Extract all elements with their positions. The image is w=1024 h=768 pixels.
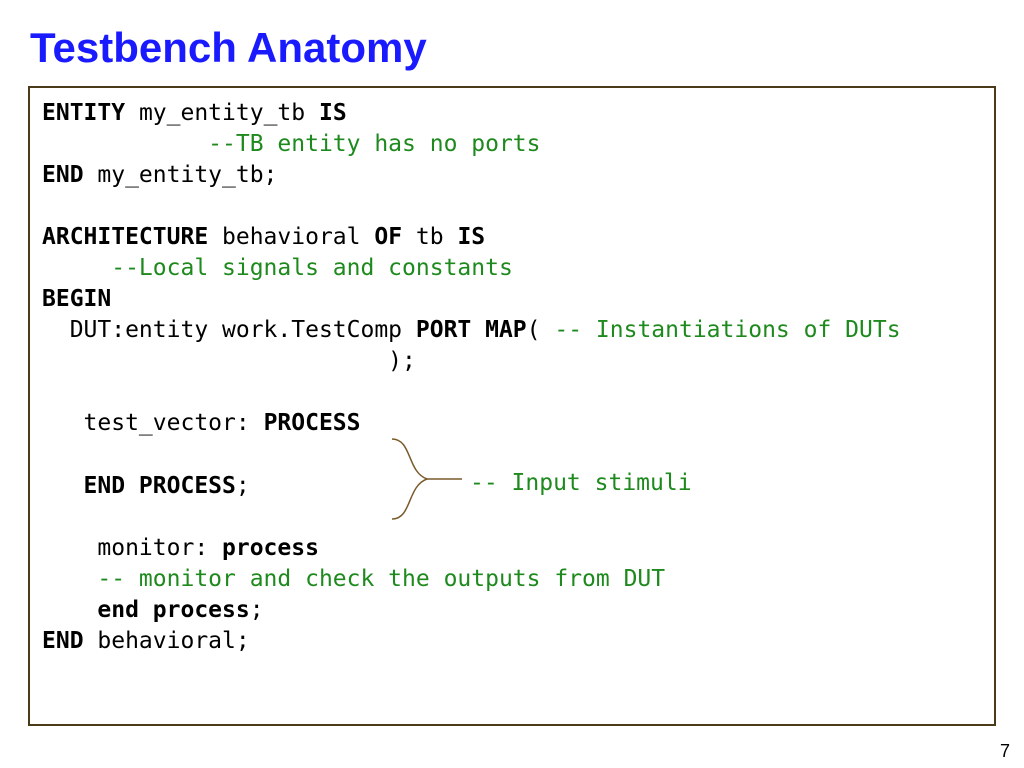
stimuli-comment: -- Input stimuli [470, 468, 692, 499]
code-line: BEGIN [42, 284, 982, 315]
keyword: PORT MAP [416, 317, 527, 343]
code-text: my_entity_tb; [84, 162, 278, 188]
code-line: end process; [42, 595, 982, 626]
keyword: end process [97, 597, 249, 623]
code-text [42, 597, 97, 623]
code-line: -- monitor and check the outputs from DU… [42, 564, 982, 595]
code-line: test_vector: PROCESS [42, 408, 982, 439]
code-comment: -- Instantiations of DUTs [554, 317, 900, 343]
keyword: BEGIN [42, 286, 111, 312]
code-text: behavioral [208, 224, 374, 250]
keyword: END [42, 628, 84, 654]
blank-line [42, 191, 982, 222]
keyword: PROCESS [264, 410, 361, 436]
code-comment: -- monitor and check the outputs from DU… [97, 566, 665, 592]
code-text: ; [250, 597, 264, 623]
blank-line [42, 440, 982, 471]
slide-title: Testbench Anatomy [30, 24, 996, 72]
blank-line [42, 502, 982, 533]
blank-line [42, 377, 982, 408]
keyword: IS [319, 100, 347, 126]
code-text [42, 473, 84, 499]
code-line: ARCHITECTURE behavioral OF tb IS [42, 222, 982, 253]
keyword: ARCHITECTURE [42, 224, 208, 250]
keyword: END [42, 162, 84, 188]
code-text: monitor: [42, 535, 222, 561]
keyword: ENTITY [42, 100, 125, 126]
code-box: ENTITY my_entity_tb IS --TB entity has n… [28, 86, 996, 726]
code-line: END my_entity_tb; [42, 160, 982, 191]
code-text: behavioral; [84, 628, 250, 654]
code-line: ENTITY my_entity_tb IS [42, 98, 982, 129]
code-comment: --Local signals and constants [42, 253, 982, 284]
code-line: monitor: process [42, 533, 982, 564]
keyword: END PROCESS [84, 473, 236, 499]
keyword: OF [374, 224, 402, 250]
keyword: IS [457, 224, 485, 250]
code-text: test_vector: [42, 410, 264, 436]
code-text: tb [402, 224, 457, 250]
code-line: END behavioral; [42, 626, 982, 657]
slide: Testbench Anatomy ENTITY my_entity_tb IS… [0, 0, 1024, 768]
code-text: ( [527, 317, 555, 343]
code-text [42, 566, 97, 592]
code-text: ; [236, 473, 250, 499]
code-line: ); [42, 346, 982, 377]
page-number: 7 [1000, 741, 1010, 762]
keyword: process [222, 535, 319, 561]
code-comment: --TB entity has no ports [42, 129, 982, 160]
code-text: DUT:entity work.TestComp [42, 317, 416, 343]
code-line: DUT:entity work.TestComp PORT MAP( -- In… [42, 315, 982, 346]
code-text: my_entity_tb [125, 100, 319, 126]
